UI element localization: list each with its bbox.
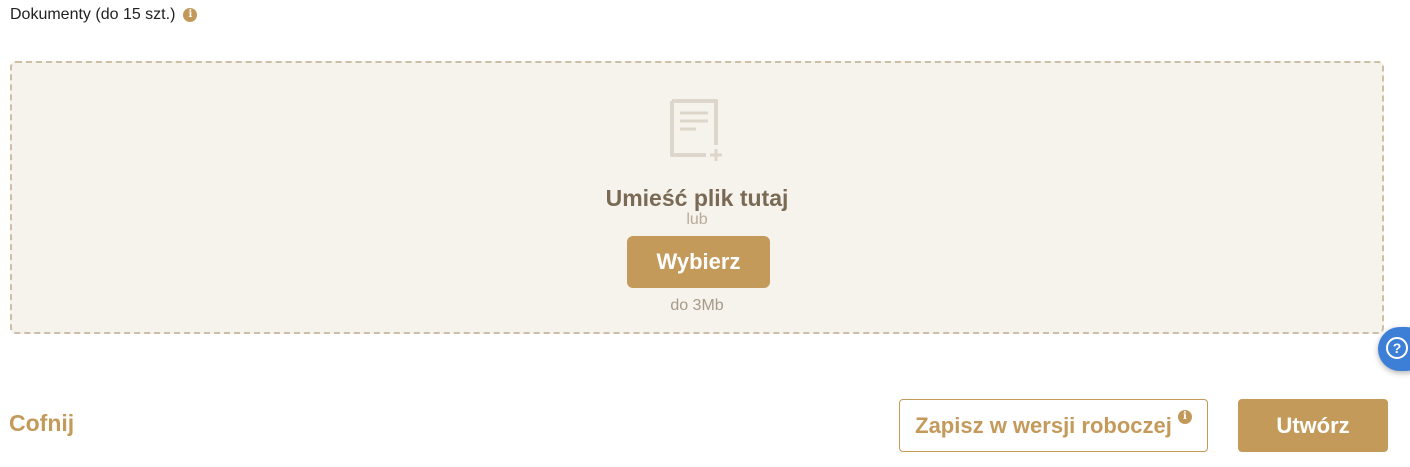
- help-button[interactable]: ?: [1378, 327, 1410, 371]
- back-link[interactable]: Cofnij: [9, 410, 74, 437]
- document-upload-page: Dokumenty (do 15 szt.) i Umieść plik tut…: [0, 0, 1410, 467]
- save-draft-label: Zapisz w wersji roboczej: [915, 412, 1172, 438]
- file-size-hint: do 3Mb: [670, 297, 724, 314]
- dropzone-title: Umieść plik tutaj: [605, 185, 789, 211]
- draft-info-icon[interactable]: i: [1177, 409, 1192, 424]
- help-icon: ?: [1386, 337, 1408, 359]
- documents-label: Dokumenty (do 15 szt.): [10, 6, 176, 23]
- file-dropzone[interactable]: Umieść plik tutaj lub Wybierz do 3Mb: [10, 61, 1384, 334]
- add-document-icon: [670, 99, 722, 161]
- save-draft-button[interactable]: Zapisz w wersji roboczej i: [899, 399, 1208, 452]
- info-icon[interactable]: i: [183, 8, 198, 22]
- documents-label-row: Dokumenty (do 15 szt.) i: [10, 6, 198, 24]
- dropzone-or-text: lub: [686, 211, 708, 228]
- create-button[interactable]: Utwórz: [1238, 399, 1388, 452]
- choose-file-button[interactable]: Wybierz: [627, 236, 770, 288]
